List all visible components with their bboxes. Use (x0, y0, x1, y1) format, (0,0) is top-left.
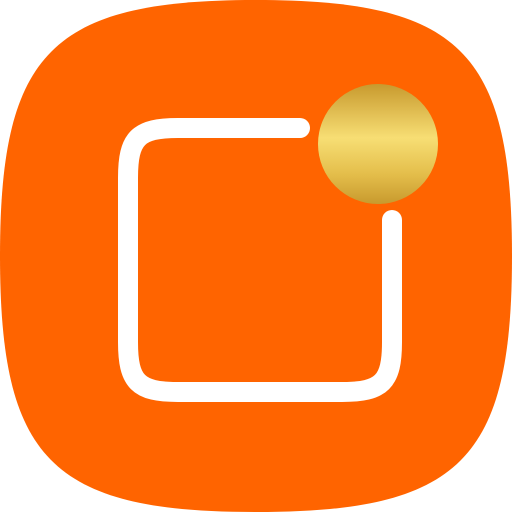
notification-badge-icon (318, 84, 438, 204)
app-icon-canvas (0, 0, 512, 512)
app-icon[interactable] (0, 0, 512, 512)
icon-background (0, 0, 512, 512)
